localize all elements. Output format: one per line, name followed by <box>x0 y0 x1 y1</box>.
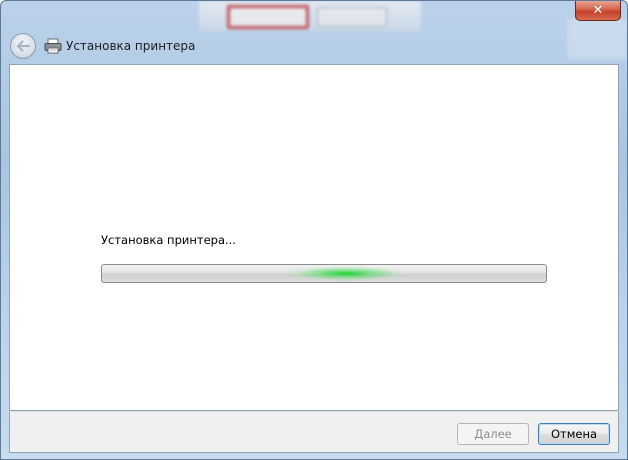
background-button-blurred-2 <box>317 7 387 27</box>
dialog-title: Установка принтера <box>66 39 196 53</box>
back-button[interactable] <box>10 33 36 59</box>
status-text: Установка принтера... <box>101 233 236 247</box>
window-close-button[interactable]: ✕ <box>575 1 621 21</box>
next-button[interactable]: Далее <box>457 423 529 445</box>
navigation-bar: Установка принтера <box>1 29 627 63</box>
background-window-glimpse <box>199 1 421 31</box>
content-panel: Установка принтера... <box>9 64 619 411</box>
background-button-blurred <box>227 5 309 29</box>
installer-window: ✕ Установка принтера Установка принтера.… <box>0 0 628 460</box>
progress-bar <box>101 264 547 283</box>
progress-indicator <box>286 266 407 281</box>
button-footer: Далее Отмена <box>9 411 619 453</box>
printer-icon <box>44 38 62 54</box>
back-arrow-icon <box>16 40 30 52</box>
cancel-button[interactable]: Отмена <box>538 423 610 445</box>
close-icon: ✕ <box>592 3 604 18</box>
